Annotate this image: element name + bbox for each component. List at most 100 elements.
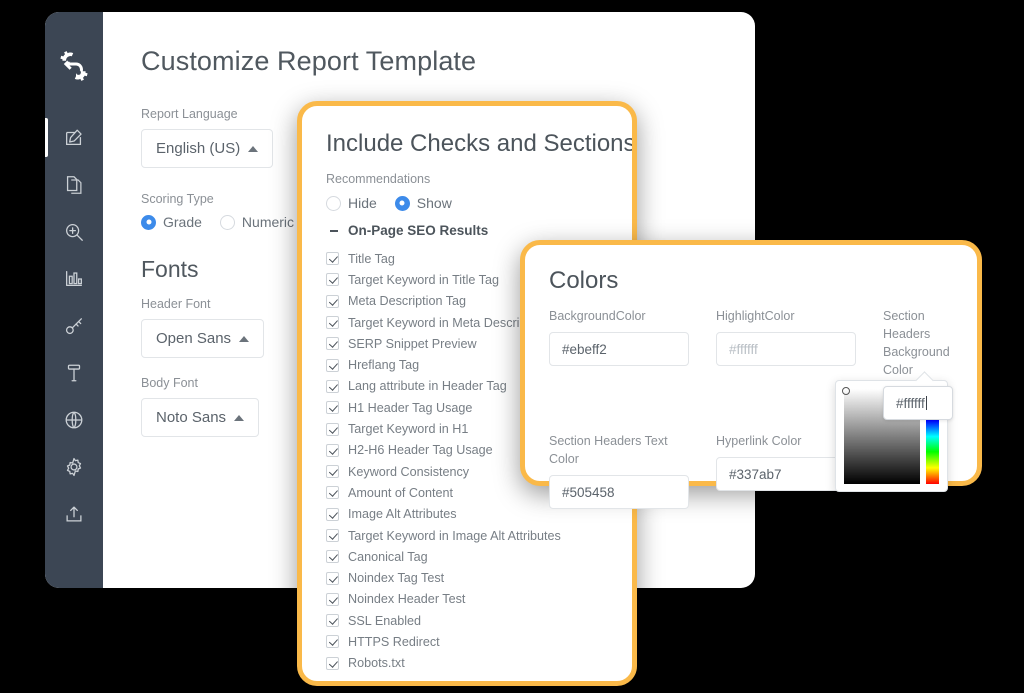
sidebar-item-settings[interactable] <box>45 443 103 490</box>
checkbox-icon[interactable] <box>326 358 339 372</box>
check-row-label: Hreflang Tag <box>348 358 420 373</box>
checkbox-icon[interactable] <box>326 592 339 606</box>
checkbox-icon[interactable] <box>326 422 339 436</box>
checkbox-icon[interactable] <box>326 465 339 479</box>
sidebar-item-keywords[interactable] <box>45 302 103 349</box>
check-row[interactable]: Robots.txt <box>326 653 608 674</box>
report-language-select[interactable]: English (US) <box>141 129 274 168</box>
section-headers-background-color-input[interactable]: #ffffff <box>883 386 953 420</box>
checkbox-icon[interactable] <box>326 614 339 628</box>
gears-logo-icon <box>52 44 96 88</box>
body-font-select[interactable]: Noto Sans <box>141 398 260 437</box>
highlight-color-label: HighlightColor <box>716 309 795 323</box>
check-row-label: H1 Header Tag Usage <box>348 400 473 415</box>
checkbox-icon[interactable] <box>326 379 339 393</box>
check-row-label: Target Keyword in Image Alt Attributes <box>348 528 561 543</box>
checkbox-icon[interactable] <box>326 507 339 521</box>
text-caret <box>925 396 927 410</box>
left-sidebar <box>45 12 103 588</box>
check-row-label: Amount of Content <box>348 485 454 500</box>
check-row-label: Keyword Consistency <box>348 464 470 479</box>
check-row-label: H2-H6 Header Tag Usage <box>348 443 493 458</box>
section-headers-text-color-input[interactable]: #505458 <box>549 475 689 509</box>
radio-show-icon[interactable] <box>394 195 410 211</box>
check-row-label: Robots.txt <box>348 656 405 671</box>
report-language-value: English (US) <box>156 140 241 157</box>
radio-hide-icon[interactable] <box>326 195 341 211</box>
check-row[interactable]: Target Keyword in Image Alt Attributes <box>326 525 608 546</box>
colors-panel: Colors BackgroundColor #ebeff2 Highlight… <box>520 240 982 509</box>
check-row-label: SERP Snippet Preview <box>348 336 477 351</box>
colors-heading: Colors <box>549 267 619 294</box>
on-page-seo-group-header[interactable]: On-Page SEO Results <box>330 223 608 238</box>
checkbox-icon[interactable] <box>326 337 339 351</box>
edit-pencil-icon <box>66 129 82 145</box>
checkbox-icon[interactable] <box>326 273 339 287</box>
scoring-type-option-numeric[interactable]: Numeric <box>219 214 294 230</box>
recommendations-option-show[interactable]: Show <box>394 195 452 211</box>
checkbox-icon[interactable] <box>326 294 339 308</box>
checkbox-icon[interactable] <box>326 252 339 266</box>
check-row-label: SSL Enabled <box>348 613 422 628</box>
header-font-select[interactable]: Open Sans <box>141 319 265 358</box>
sidebar-item-export[interactable] <box>45 490 103 537</box>
check-row[interactable]: SSL Enabled <box>326 610 608 631</box>
section-headers-background-color-value: #ffffff <box>896 395 925 411</box>
check-row[interactable]: Noindex Header Test <box>326 589 608 610</box>
radio-numeric-icon[interactable] <box>219 214 235 230</box>
body-font-value: Noto Sans <box>156 409 227 426</box>
check-row[interactable]: Noindex Tag Test <box>326 567 608 588</box>
bar-chart-icon <box>66 270 82 286</box>
sidebar-item-site[interactable] <box>45 396 103 443</box>
saturation-value-cursor[interactable] <box>842 387 850 395</box>
checkbox-icon[interactable] <box>326 550 339 564</box>
check-row-label: Title Tag <box>348 251 395 266</box>
checkbox-icon[interactable] <box>326 401 339 415</box>
recommendations-radio-group: Hide Show <box>326 195 608 211</box>
include-checks-heading: Include Checks and Sections <box>326 130 636 157</box>
sidebar-item-tools[interactable] <box>45 349 103 396</box>
section-headers-background-color-label: Section Headers Background Color <box>883 309 950 377</box>
page-title: Customize Report Template <box>141 46 477 76</box>
checkbox-icon[interactable] <box>326 316 339 330</box>
check-row-label: Noindex Header Test <box>348 592 466 607</box>
sidebar-item-copy[interactable] <box>45 161 103 208</box>
caret-up-icon <box>248 145 259 152</box>
checkbox-icon[interactable] <box>326 443 339 457</box>
globe-icon <box>65 411 83 428</box>
section-headers-text-color-label: Section Headers Text Color <box>549 434 668 466</box>
recommendations-option-hide[interactable]: Hide <box>326 195 377 211</box>
background-color-label: BackgroundColor <box>549 309 646 323</box>
check-row-label: Image Alt Attributes <box>348 507 457 522</box>
upload-icon <box>66 505 82 522</box>
sidebar-item-inspect[interactable] <box>45 208 103 255</box>
copy-files-icon <box>66 175 82 194</box>
minus-collapse-icon[interactable] <box>330 229 338 232</box>
checkbox-icon[interactable] <box>326 529 339 542</box>
check-row-label: Lang attribute in Header Tag <box>348 379 507 394</box>
sidebar-item-reports[interactable] <box>45 255 103 302</box>
recommendations-show-label: Show <box>416 195 452 211</box>
field-section-headers-text-color: Section Headers Text Color #505458 <box>549 432 689 509</box>
check-row-label: HTTPS Redirect <box>348 634 440 649</box>
highlight-color-input[interactable]: #ffffff <box>716 332 856 366</box>
screenshot-stage: Customize Report Template Report Languag… <box>0 0 1024 693</box>
gear-icon <box>66 457 82 476</box>
checkbox-icon[interactable] <box>326 635 339 649</box>
recommendations-label: Recommendations <box>326 172 431 186</box>
field-background-color: BackgroundColor #ebeff2 <box>549 307 689 420</box>
check-row[interactable]: HTTPS Redirect <box>326 631 608 652</box>
checkbox-icon[interactable] <box>326 486 339 500</box>
caret-up-icon <box>234 414 245 421</box>
radio-grade-icon[interactable] <box>141 214 156 230</box>
check-row[interactable]: Canonical Tag <box>326 546 608 567</box>
checkbox-icon[interactable] <box>326 656 339 670</box>
scoring-type-grade-label: Grade <box>163 214 202 230</box>
check-row-label: Noindex Tag Test <box>348 571 445 586</box>
sidebar-item-edit[interactable] <box>45 114 103 161</box>
scoring-type-option-grade[interactable]: Grade <box>141 214 202 230</box>
key-icon <box>65 317 82 334</box>
checkbox-icon[interactable] <box>326 571 339 585</box>
background-color-input[interactable]: #ebeff2 <box>549 332 689 366</box>
hammer-icon <box>67 364 81 381</box>
